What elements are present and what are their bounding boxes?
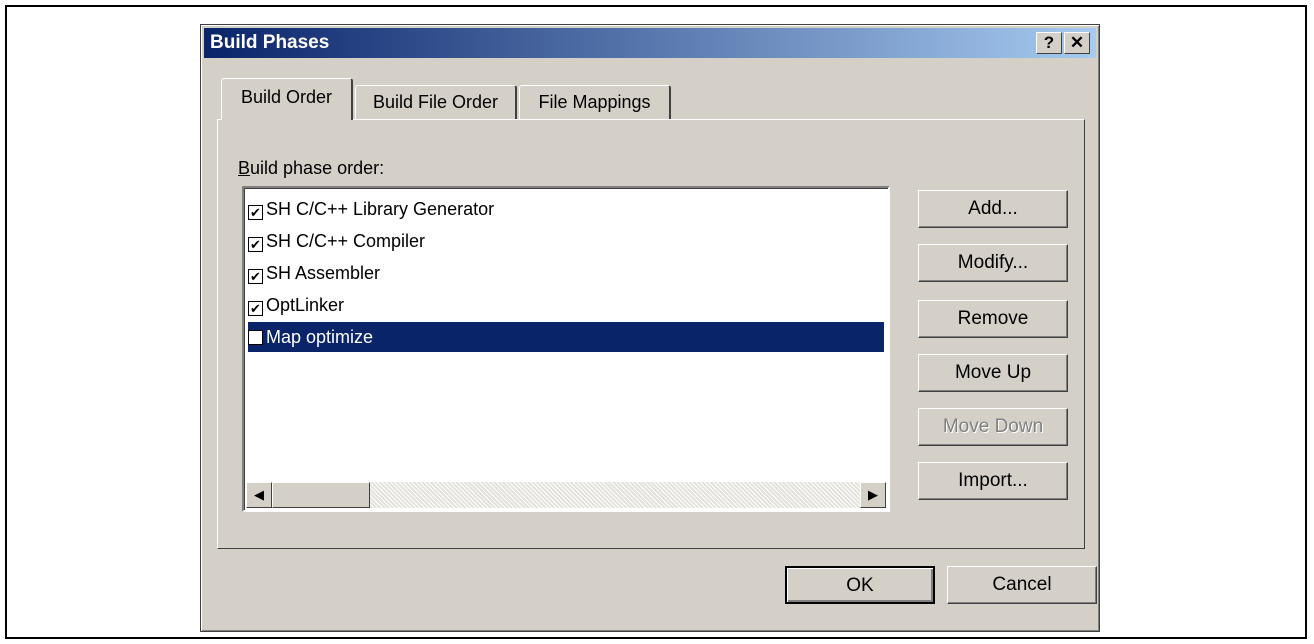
dialog-title: Build Phases	[210, 32, 330, 53]
list-item[interactable]: ✔ SH Assembler	[248, 258, 380, 288]
move-up-button[interactable]: Move Up	[918, 354, 1068, 392]
build-phase-order-label: Build phase order:	[238, 158, 385, 178]
checkmark-icon: ✔	[250, 301, 261, 316]
close-button[interactable]: ✕	[1064, 32, 1090, 54]
arrow-left-icon: ◀	[254, 487, 264, 502]
scroll-thumb[interactable]	[272, 482, 370, 508]
list-item-label: SH Assembler	[266, 263, 381, 283]
tab-label: Build Order	[240, 87, 333, 107]
checkbox[interactable]: ✔	[248, 237, 263, 252]
tab-label: File Mappings	[538, 92, 651, 112]
checkmark-icon: ✔	[250, 269, 261, 284]
scroll-right-button[interactable]: ▶	[860, 482, 886, 508]
import-button[interactable]: Import...	[918, 462, 1068, 500]
checkbox[interactable]: ✔	[248, 205, 263, 220]
move-down-button[interactable]: Move Down	[918, 408, 1068, 446]
arrow-right-icon: ▶	[868, 487, 878, 502]
tab-build-order[interactable]: Build Order	[221, 78, 353, 120]
tab-build-file-order[interactable]: Build File Order	[355, 85, 517, 119]
checkmark-icon: ✔	[250, 237, 261, 252]
modify-button[interactable]: Modify...	[918, 244, 1068, 282]
checkbox[interactable]: ✔	[248, 269, 263, 284]
remove-button[interactable]: Remove	[918, 300, 1068, 338]
list-item[interactable]: ✔ OptLinker	[248, 290, 344, 320]
build-phases-dialog: Build Phases ? ✕ Build Order Build File …	[200, 24, 1100, 632]
help-button[interactable]: ?	[1036, 32, 1062, 54]
build-order-panel: Build phase order: ✔ SH C/C++ Library Gen…	[217, 119, 1085, 549]
add-button[interactable]: Add...	[918, 190, 1068, 228]
list-item-label: SH C/C++ Compiler	[266, 231, 426, 251]
list-item-label: OptLinker	[266, 295, 345, 315]
checkbox[interactable]	[248, 330, 263, 345]
ok-button[interactable]: OK	[785, 566, 935, 604]
scroll-left-button[interactable]: ◀	[246, 482, 272, 508]
build-phase-list[interactable]: ✔ SH C/C++ Library Generator ✔ SH C/C++ Co…	[242, 186, 890, 512]
tab-label: Build File Order	[372, 92, 499, 112]
checkbox[interactable]: ✔	[248, 301, 263, 316]
horizontal-scrollbar[interactable]: ◀ ▶	[246, 482, 886, 508]
list-item[interactable]: ✔ SH C/C++ Compiler	[248, 226, 425, 256]
list-item[interactable]: ✔ SH C/C++ Library Generator	[248, 194, 494, 224]
checkmark-icon: ✔	[250, 205, 261, 220]
title-bar[interactable]: Build Phases ? ✕	[204, 28, 1096, 58]
list-item-selected[interactable]: Map optimize	[247, 321, 885, 353]
tab-file-mappings[interactable]: File Mappings	[519, 85, 671, 119]
list-item-label: SH C/C++ Library Generator	[266, 199, 495, 219]
cancel-button[interactable]: Cancel	[947, 566, 1097, 604]
list-item-label: Map optimize	[266, 327, 374, 347]
close-icon: ✕	[1069, 33, 1085, 52]
